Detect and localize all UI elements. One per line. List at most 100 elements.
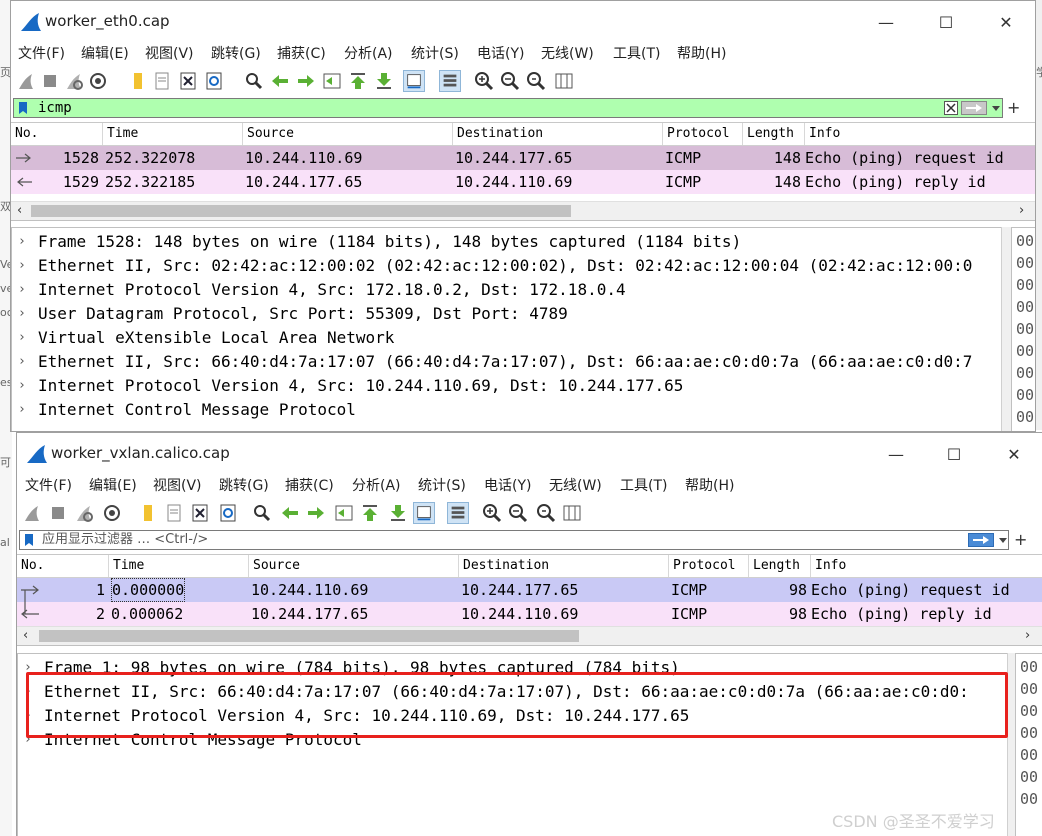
menu-help[interactable]: 帮助(H)	[677, 43, 726, 63]
menu-go[interactable]: 跳转(G)	[211, 43, 261, 63]
menu-telephony[interactable]: 电话(Y)	[477, 43, 524, 63]
zoom-out-icon[interactable]	[507, 502, 529, 524]
resize-columns-icon[interactable]	[561, 502, 583, 524]
expand-icon[interactable]: ›	[18, 374, 26, 398]
go-forward-icon[interactable]	[295, 70, 317, 92]
chevron-down-icon[interactable]	[997, 533, 1009, 547]
column-source[interactable]: Source	[243, 123, 453, 145]
display-filter-input[interactable]: 应用显示过滤器 … <Ctrl-/>	[19, 530, 1009, 550]
close-button[interactable]: ✕	[985, 433, 1042, 475]
colorize-icon[interactable]	[439, 70, 461, 92]
apply-filter-icon[interactable]	[968, 533, 994, 547]
start-capture-icon[interactable]	[15, 70, 37, 92]
scrollbar-thumb[interactable]	[31, 205, 571, 217]
menu-capture[interactable]: 捕获(C)	[277, 43, 326, 63]
stop-capture-icon[interactable]	[39, 70, 61, 92]
stop-capture-icon[interactable]	[47, 502, 69, 524]
menu-view[interactable]: 视图(V)	[153, 475, 202, 495]
column-length[interactable]: Length	[743, 123, 805, 145]
menu-wireless[interactable]: 无线(W)	[549, 475, 602, 495]
column-destination[interactable]: Destination	[453, 123, 663, 145]
menu-wireless[interactable]: 无线(W)	[541, 43, 594, 63]
menu-file[interactable]: 文件(F)	[25, 475, 72, 495]
autoscroll-icon[interactable]	[413, 502, 435, 524]
column-no[interactable]: No.	[17, 555, 109, 577]
column-protocol[interactable]: Protocol	[669, 555, 749, 577]
expand-icon[interactable]: ›	[18, 278, 26, 302]
go-to-packet-icon[interactable]	[333, 502, 355, 524]
close-file-icon[interactable]	[177, 70, 199, 92]
reload-file-icon[interactable]	[217, 502, 239, 524]
chevron-down-icon[interactable]	[990, 101, 1002, 115]
menu-go[interactable]: 跳转(G)	[219, 475, 269, 495]
packet-row[interactable]: 1529 252.322185 10.244.177.65 10.244.110…	[11, 170, 1035, 194]
packet-list-scrollbar[interactable]: ‹ ›	[17, 626, 1042, 646]
start-capture-icon[interactable]	[21, 502, 43, 524]
find-packet-icon[interactable]	[251, 502, 273, 524]
column-info[interactable]: Info	[811, 555, 1042, 577]
expand-icon[interactable]: ›	[18, 326, 26, 350]
restart-capture-icon[interactable]	[73, 502, 95, 524]
autoscroll-icon[interactable]	[403, 70, 425, 92]
packet-row[interactable]: 1528 252.322078 10.244.110.69 10.244.177…	[11, 146, 1035, 170]
column-destination[interactable]: Destination	[459, 555, 669, 577]
detail-vxlan[interactable]: › Virtual eXtensible Local Area Network	[12, 326, 1002, 350]
detail-ethernet-outer[interactable]: › Ethernet II, Src: 02:42:ac:12:00:02 (02…	[12, 254, 1002, 278]
column-info[interactable]: Info	[805, 123, 1035, 145]
close-file-icon[interactable]	[189, 502, 211, 524]
detail-frame[interactable]: › Frame 1528: 148 bytes on wire (1184 bit…	[12, 230, 1002, 254]
capture-options-icon[interactable]	[101, 502, 123, 524]
minimize-button[interactable]: —	[857, 1, 915, 43]
zoom-out-icon[interactable]	[499, 70, 521, 92]
apply-filter-icon[interactable]	[961, 101, 987, 115]
menu-statistics[interactable]: 统计(S)	[418, 475, 466, 495]
normal-size-icon[interactable]	[525, 70, 547, 92]
scroll-right-icon[interactable]: ›	[1025, 627, 1030, 645]
save-file-icon[interactable]	[151, 70, 173, 92]
detail-icmp[interactable]: › Internet Control Message Protocol	[12, 398, 1002, 422]
column-time[interactable]: Time	[103, 123, 243, 145]
scroll-right-icon[interactable]: ›	[1019, 202, 1024, 220]
menu-statistics[interactable]: 统计(S)	[411, 43, 459, 63]
column-time[interactable]: Time	[109, 555, 249, 577]
detail-ipv4-outer[interactable]: › Internet Protocol Version 4, Src: 172.1…	[12, 278, 1002, 302]
first-packet-icon[interactable]	[359, 502, 381, 524]
normal-size-icon[interactable]	[535, 502, 557, 524]
clear-filter-icon[interactable]	[944, 101, 958, 115]
colorize-icon[interactable]	[447, 502, 469, 524]
column-protocol[interactable]: Protocol	[663, 123, 743, 145]
menu-capture[interactable]: 捕获(C)	[285, 475, 334, 495]
detail-ethernet-inner[interactable]: › Ethernet II, Src: 66:40:d4:7a:17:07 (66…	[12, 350, 1002, 374]
reload-file-icon[interactable]	[203, 70, 225, 92]
expand-icon[interactable]: ›	[18, 398, 26, 422]
open-file-icon[interactable]	[127, 70, 149, 92]
restart-capture-icon[interactable]	[63, 70, 85, 92]
maximize-button[interactable]: ☐	[925, 433, 983, 475]
column-no[interactable]: No.	[11, 123, 103, 145]
expand-icon[interactable]: ›	[18, 302, 26, 326]
last-packet-icon[interactable]	[373, 70, 395, 92]
last-packet-icon[interactable]	[387, 502, 409, 524]
column-length[interactable]: Length	[749, 555, 811, 577]
expand-icon[interactable]: ›	[18, 254, 26, 278]
column-source[interactable]: Source	[249, 555, 459, 577]
title-bar[interactable]: worker_vxlan.calico.cap — ☐ ✕	[17, 433, 1042, 475]
packet-row-selected[interactable]: 1 0.000000 10.244.110.69 10.244.177.65 I…	[17, 578, 1042, 602]
zoom-in-icon[interactable]	[473, 70, 495, 92]
first-packet-icon[interactable]	[347, 70, 369, 92]
menu-tools[interactable]: 工具(T)	[613, 43, 660, 63]
bookmark-icon[interactable]	[24, 533, 34, 547]
menu-analyze[interactable]: 分析(A)	[344, 43, 393, 63]
bookmark-icon[interactable]	[18, 101, 28, 115]
menu-tools[interactable]: 工具(T)	[620, 475, 667, 495]
scrollbar-thumb[interactable]	[39, 630, 579, 642]
resize-columns-icon[interactable]	[553, 70, 575, 92]
menu-edit[interactable]: 编辑(E)	[89, 475, 137, 495]
scroll-left-icon[interactable]: ‹	[23, 627, 28, 645]
detail-ipv4-inner[interactable]: › Internet Protocol Version 4, Src: 10.24…	[12, 374, 1002, 398]
scroll-left-icon[interactable]: ‹	[17, 202, 22, 220]
menu-file[interactable]: 文件(F)	[18, 43, 65, 63]
go-forward-icon[interactable]	[305, 502, 327, 524]
find-packet-icon[interactable]	[243, 70, 265, 92]
packet-list-scrollbar[interactable]: ‹ ›	[11, 201, 1035, 221]
